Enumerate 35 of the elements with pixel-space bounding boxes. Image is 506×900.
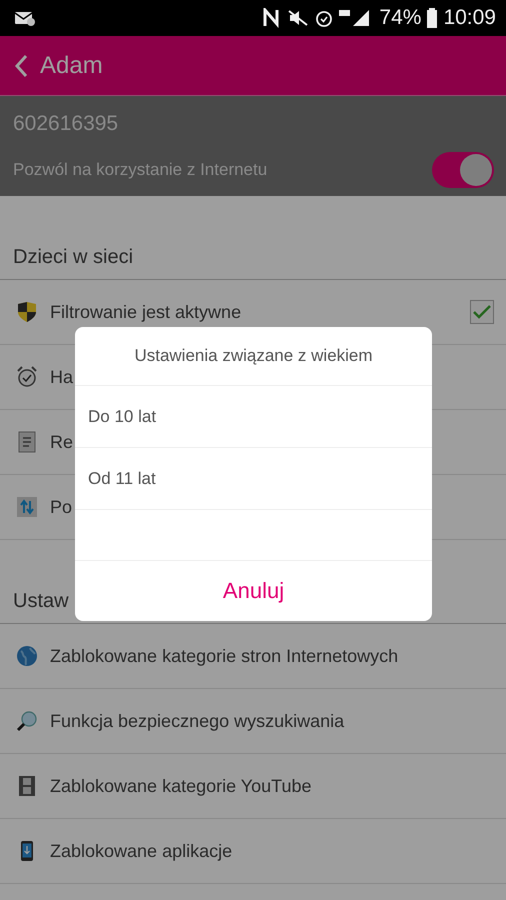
cancel-button[interactable]: Anuluj <box>75 561 432 621</box>
setting-row[interactable]: Zablokowane kategorie YouTube <box>0 754 506 819</box>
setting-label: Zablokowane aplikacje <box>50 840 234 862</box>
mail-icon <box>14 10 36 26</box>
setting-row[interactable]: Funkcja bezpiecznego wyszukiwania <box>0 689 506 754</box>
alarm-clock-icon <box>16 366 38 388</box>
mute-icon <box>287 9 310 27</box>
clock-time: 10:09 <box>443 6 496 30</box>
battery-percent: 74% <box>379 6 422 30</box>
setting-label: Zablokowane kategorie stron Internetowych <box>50 646 400 666</box>
nfc-icon <box>263 8 282 28</box>
checkbox[interactable] <box>470 300 494 324</box>
setting-label: Funkcja bezpiecznego wyszukiwania <box>50 710 346 732</box>
sort-arrows-icon <box>16 496 38 518</box>
film-icon <box>16 775 38 797</box>
setting-label: Re <box>50 432 74 452</box>
alarm-icon <box>315 9 334 27</box>
setting-label: Ha <box>50 366 74 388</box>
document-icon <box>16 431 38 453</box>
magnifier-icon <box>16 710 38 732</box>
battery-icon <box>427 8 438 28</box>
check-icon <box>473 305 491 319</box>
setting-label: Zablokowane kategorie YouTube <box>50 776 313 796</box>
setting-row[interactable]: Zablokowane kategorie stron Internetowych <box>0 624 506 689</box>
setting-row[interactable]: Zablokowane aplikacje <box>0 819 506 884</box>
section-header: Dzieci w sieci <box>0 196 506 280</box>
back-icon <box>14 54 28 78</box>
phone-number: 602616395 <box>13 112 120 136</box>
internet-toggle[interactable] <box>432 152 494 188</box>
shield-icon <box>16 301 38 323</box>
back-button[interactable]: Adam <box>0 36 113 95</box>
setting-label: Po <box>50 496 74 518</box>
globe-icon <box>16 645 38 667</box>
setting-label: Filtrowanie jest aktywne <box>50 302 242 322</box>
toggle-label: Pozwól na korzystanie z Internetu <box>13 160 268 180</box>
